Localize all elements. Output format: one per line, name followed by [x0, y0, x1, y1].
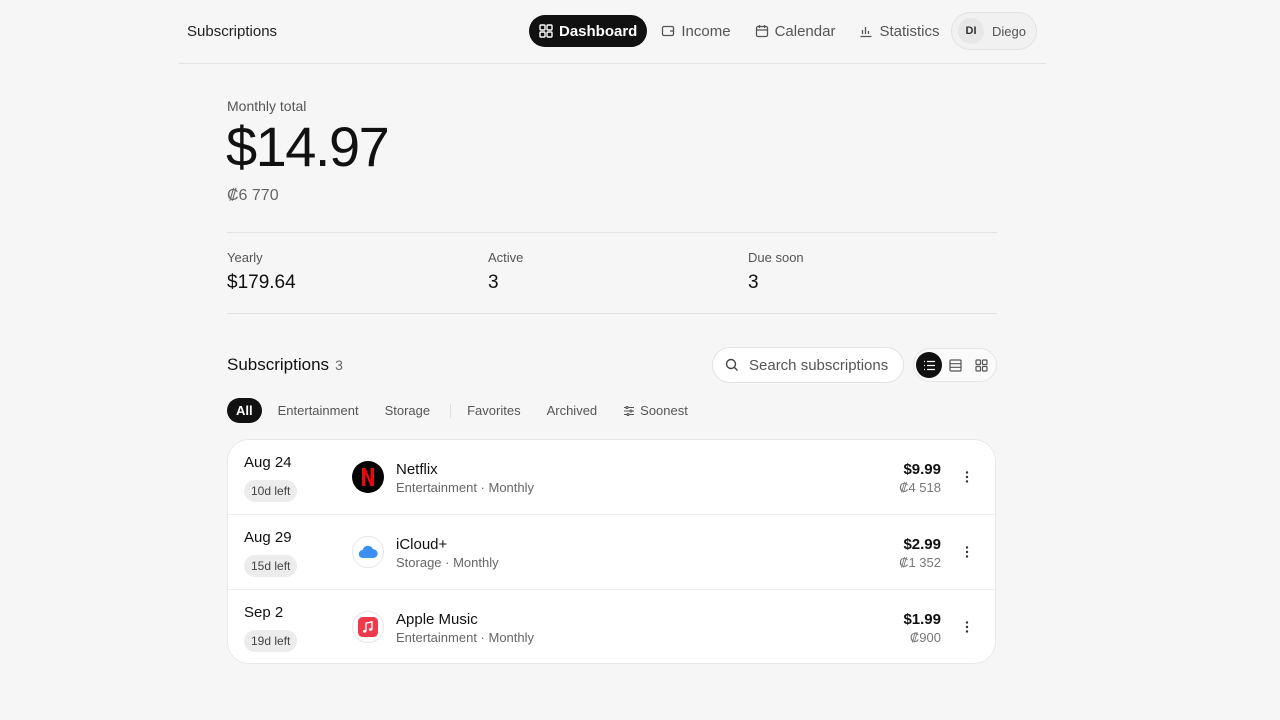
subscription-price: $2.99	[903, 536, 941, 553]
search-icon	[725, 358, 738, 371]
list-icon	[923, 360, 935, 370]
stat-yearly-label: Yearly	[227, 250, 263, 265]
user-name: Diego	[992, 23, 1026, 39]
due-date: Aug 29	[244, 529, 292, 546]
subscription-list: Aug 24 10d left Netflix Entertainment · …	[227, 439, 996, 664]
grid-view-button[interactable]	[968, 352, 994, 378]
sliders-icon	[624, 405, 635, 416]
subscription-price: $9.99	[903, 461, 941, 478]
more-vertical-icon	[965, 471, 969, 483]
subscription-row[interactable]: Aug 24 10d left Netflix Entertainment · …	[228, 440, 995, 515]
app-title: Subscriptions	[187, 23, 278, 40]
nav-statistics-label: Statistics	[879, 22, 940, 40]
filter-bar: All Entertainment Storage Favorites Arch…	[227, 398, 704, 423]
stat-active-label: Active	[488, 250, 524, 265]
due-date: Sep 2	[244, 604, 284, 621]
filter-storage[interactable]: Storage	[375, 398, 441, 423]
divider	[227, 313, 997, 314]
stat-due-soon-value: 3	[748, 272, 759, 293]
nav-statistics[interactable]: Statistics	[849, 15, 949, 47]
nav-income[interactable]: Income	[651, 15, 740, 47]
list-view-button[interactable]	[916, 352, 942, 378]
days-left-badge: 10d left	[244, 480, 298, 502]
nav-income-label: Income	[681, 22, 731, 40]
search-input[interactable]	[749, 356, 894, 374]
search-box[interactable]	[712, 347, 904, 383]
stat-due-soon-label: Due soon	[748, 250, 804, 265]
filter-archived[interactable]: Archived	[537, 398, 608, 423]
grid-icon	[539, 24, 553, 38]
nav-calendar-label: Calendar	[774, 22, 836, 40]
subscription-name: Netflix	[396, 461, 438, 478]
wallet-icon	[662, 25, 675, 37]
more-vertical-icon	[965, 546, 969, 558]
bar-chart-icon	[860, 27, 872, 38]
grid-icon	[974, 358, 988, 372]
more-options-button[interactable]	[955, 465, 979, 489]
netflix-logo	[352, 461, 384, 493]
subscription-meta: Storage · Monthly	[396, 555, 499, 570]
cloud-icon	[352, 536, 384, 568]
divider	[227, 232, 997, 233]
user-menu[interactable]: DI Diego	[951, 12, 1037, 50]
subscription-local-price: ₡1 352	[899, 555, 941, 570]
section-title-label: Subscriptions	[227, 355, 330, 374]
more-options-button[interactable]	[955, 540, 979, 564]
stat-yearly-value: $179.64	[227, 272, 296, 293]
calendar-icon	[755, 25, 768, 38]
monthly-total-label: Monthly total	[227, 98, 307, 114]
section-count: 3	[335, 357, 343, 373]
monthly-total-local: ₡6 770	[227, 187, 279, 204]
filter-entertainment[interactable]: Entertainment	[268, 398, 369, 423]
section-title: Subscriptions 3	[227, 355, 343, 375]
filter-separator	[450, 403, 452, 418]
subscription-row[interactable]: Sep 2 19d left Apple Music Entertainment…	[228, 590, 995, 663]
subscription-name: Apple Music	[396, 611, 478, 628]
more-vertical-icon	[965, 621, 969, 633]
subscription-local-price: ₡4 518	[899, 480, 941, 495]
top-bar: Subscriptions Dashboard Income Calendar …	[179, 0, 1046, 64]
subscription-row[interactable]: Aug 29 15d left iCloud+ Storage · Monthl…	[228, 515, 995, 590]
due-date: Aug 24	[244, 454, 292, 471]
subscription-price: $1.99	[903, 611, 941, 628]
filter-favorites[interactable]: Favorites	[457, 398, 530, 423]
monthly-total-value: $14.97	[226, 115, 390, 178]
avatar: DI	[958, 18, 984, 44]
subscription-meta: Entertainment · Monthly	[396, 630, 535, 645]
stat-active-value: 3	[488, 272, 499, 293]
days-left-badge: 15d left	[244, 555, 298, 577]
sort-soonest-label: Soonest	[640, 403, 688, 418]
nav-calendar[interactable]: Calendar	[745, 15, 846, 47]
more-options-button[interactable]	[955, 615, 979, 639]
days-left-badge: 19d left	[244, 630, 298, 652]
main-nav: Dashboard Income Calendar Statistics	[529, 15, 953, 47]
rows-icon	[948, 358, 962, 372]
sort-soonest[interactable]: Soonest	[613, 398, 698, 423]
compact-view-button[interactable]	[942, 352, 968, 378]
nav-dashboard-label: Dashboard	[559, 22, 638, 40]
filter-all[interactable]: All	[227, 398, 262, 423]
subscription-local-price: ₡900	[909, 630, 941, 645]
view-toggle	[913, 348, 997, 382]
music-note-icon	[352, 611, 384, 643]
nav-dashboard[interactable]: Dashboard	[529, 15, 648, 47]
subscription-name: iCloud+	[396, 536, 448, 553]
subscription-meta: Entertainment · Monthly	[396, 480, 535, 495]
